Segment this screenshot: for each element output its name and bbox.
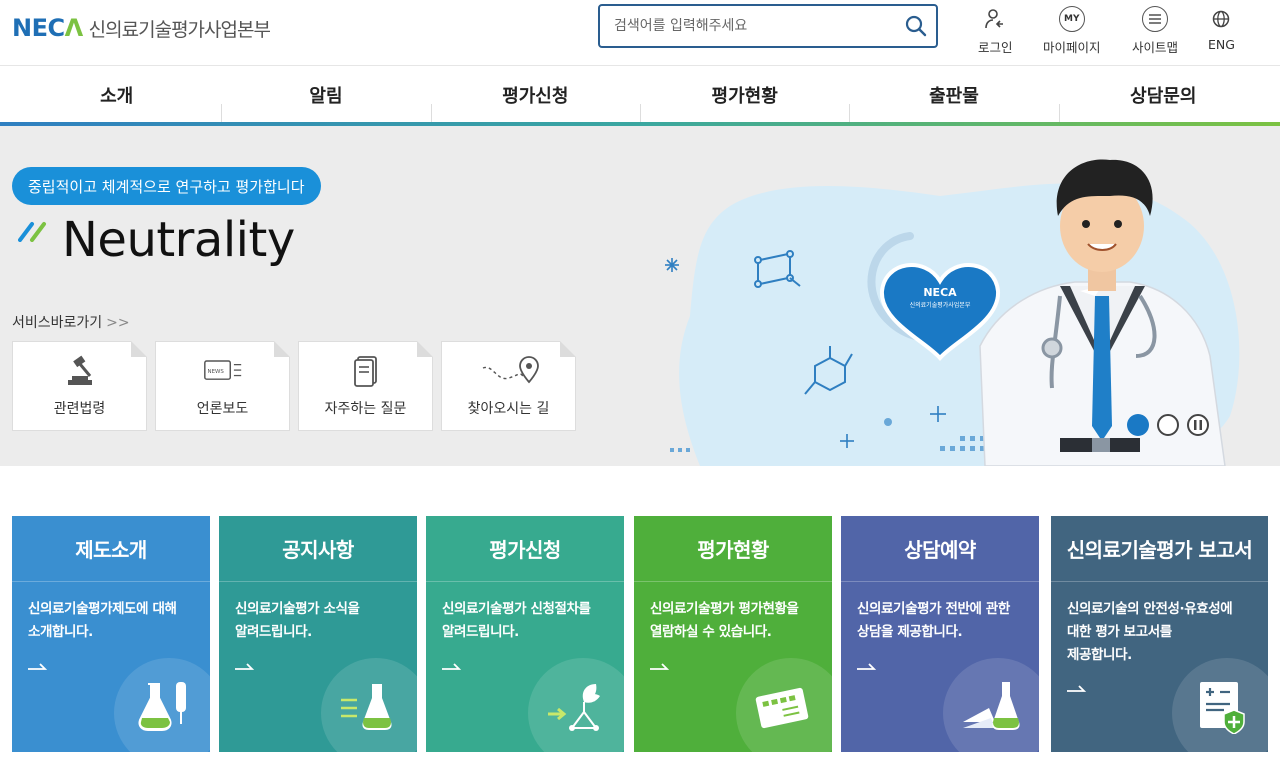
svg-text:NECA: NECA: [923, 286, 957, 299]
login-label: 로그인: [978, 40, 1013, 55]
news-icon: NEWS: [203, 360, 241, 380]
card-notice[interactable]: 공지사항 신의료기술평가 소식을 알려드립니다.: [219, 516, 417, 752]
search-input[interactable]: [614, 15, 894, 37]
menu-icon: [1142, 6, 1168, 32]
logo-text: 신의료기술평가사업본부: [88, 18, 271, 41]
card-desc: 신의료기술평가 전반에 관한 상담을 제공합니다.: [857, 601, 1010, 640]
gavel-icon: [67, 355, 92, 385]
service-label: 자주하는 질문: [324, 401, 407, 417]
nav-item-intro[interactable]: 소개: [12, 66, 221, 124]
service-laws[interactable]: 관련법령: [12, 341, 147, 431]
service-press[interactable]: NEWS 언론보도: [155, 341, 290, 431]
card-consult[interactable]: 상담예약 신의료기술평가 전반에 관한 상담을 제공합니다.: [841, 516, 1039, 752]
logo-mark: NECΛ: [12, 14, 83, 42]
slash-decoration-icon: [18, 222, 46, 242]
card-desc: 신의료기술의 안전성·유효성에 대한 평가 보고서를 제공합니다.: [1067, 601, 1233, 663]
header: NECΛ 신의료기술평가사업본부 로그인 MY 마이페이지 사이트맵 ENG: [0, 0, 1280, 66]
card-desc: 신의료기술평가 신청절차를 알려드립니다.: [442, 601, 591, 640]
arrow-right-icon: [857, 663, 877, 670]
card-title: 평가신청: [426, 516, 624, 582]
login-icon: [982, 6, 1008, 32]
hero-banner: 중립적이고 체계적으로 연구하고 평가합니다 Neutrality 서비스바로가…: [0, 126, 1280, 466]
card-system-intro[interactable]: 제도소개 신의료기술평가제도에 대해 소개합니다.: [12, 516, 210, 752]
arrow-right-icon: [235, 663, 255, 670]
svg-text:NEWS: NEWS: [207, 369, 224, 375]
service-shortcut-label: 서비스바로가기 >>: [12, 315, 130, 331]
logo[interactable]: NECΛ 신의료기술평가사업본부: [12, 14, 271, 42]
main-nav: 소개 알림 평가신청 평가현황 출판물 상담문의: [12, 66, 1268, 124]
nav-item-apply[interactable]: 평가신청: [430, 66, 640, 124]
eng-label: ENG: [1208, 37, 1235, 52]
search-icon[interactable]: [904, 14, 928, 38]
eng-link[interactable]: ENG: [1208, 6, 1235, 52]
books-flask-icon: [963, 682, 1020, 730]
service-label: 찾아오시는 길: [467, 401, 550, 417]
service-directions[interactable]: 찾아오시는 길: [441, 341, 576, 431]
arrow-right-icon: [28, 663, 48, 670]
slide-dot[interactable]: [1157, 414, 1179, 436]
my-icon: MY: [1058, 6, 1085, 32]
sitemap-label: 사이트맵: [1132, 40, 1179, 55]
nav-item-status[interactable]: 평가현황: [639, 66, 849, 124]
card-title: 상담예약: [841, 516, 1039, 582]
card-desc: 신의료기술평가 평가현황을 열람하실 수 있습니다.: [650, 601, 799, 640]
pause-icon[interactable]: [1187, 414, 1209, 436]
slide-dot-active[interactable]: [1127, 414, 1149, 436]
service-label: 언론보도: [196, 401, 249, 417]
search-box: [598, 4, 938, 48]
hero-title: Neutrality: [62, 212, 295, 268]
flask-icon: [138, 682, 186, 731]
mypage-link[interactable]: MY 마이페이지: [1043, 6, 1101, 56]
service-faq[interactable]: 자주하는 질문: [298, 341, 433, 431]
faq-book-icon: [353, 356, 377, 387]
globe-icon: [1208, 6, 1234, 32]
double-chevron-icon: >>: [106, 315, 130, 331]
flask-list-icon: [341, 684, 392, 730]
svg-text:신의료기술평가사업본부: 신의료기술평가사업본부: [910, 301, 971, 309]
nav-item-publications[interactable]: 출판물: [849, 66, 1058, 124]
card-desc: 신의료기술평가 소식을 알려드립니다.: [235, 601, 360, 640]
rating-card-icon: [755, 687, 809, 729]
arrow-right-icon: [1067, 685, 1087, 692]
hero-tagline: 중립적이고 체계적으로 연구하고 평가합니다: [12, 167, 321, 205]
sitemap-link[interactable]: 사이트맵: [1132, 6, 1178, 56]
card-status[interactable]: 평가현황 신의료기술평가 평가현황을 열람하실 수 있습니다.: [634, 516, 832, 752]
nav-item-inquiry[interactable]: 상담문의: [1058, 66, 1268, 124]
arrow-right-icon: [650, 663, 670, 670]
card-desc: 신의료기술평가제도에 대해 소개합니다.: [28, 601, 177, 640]
card-title: 신의료기술평가 보고서: [1051, 516, 1268, 582]
medical-report-icon: [1200, 682, 1245, 734]
login-link[interactable]: 로그인: [978, 6, 1013, 56]
sprout-network-icon: [548, 684, 600, 731]
card-report[interactable]: 신의료기술평가 보고서 신의료기술의 안전성·유효성에 대한 평가 보고서를 제공합…: [1051, 516, 1268, 752]
card-title: 평가현황: [634, 516, 832, 582]
mypage-label: 마이페이지: [1043, 40, 1101, 55]
card-title: 제도소개: [12, 516, 210, 582]
location-pin-icon: [482, 356, 539, 384]
service-label: 관련법령: [53, 401, 106, 417]
card-title: 공지사항: [219, 516, 417, 582]
arrow-right-icon: [442, 663, 462, 670]
nav-item-notice[interactable]: 알림: [221, 66, 430, 124]
slider-controls: [1127, 414, 1209, 436]
card-apply[interactable]: 평가신청 신의료기술평가 신청절차를 알려드립니다.: [426, 516, 624, 752]
